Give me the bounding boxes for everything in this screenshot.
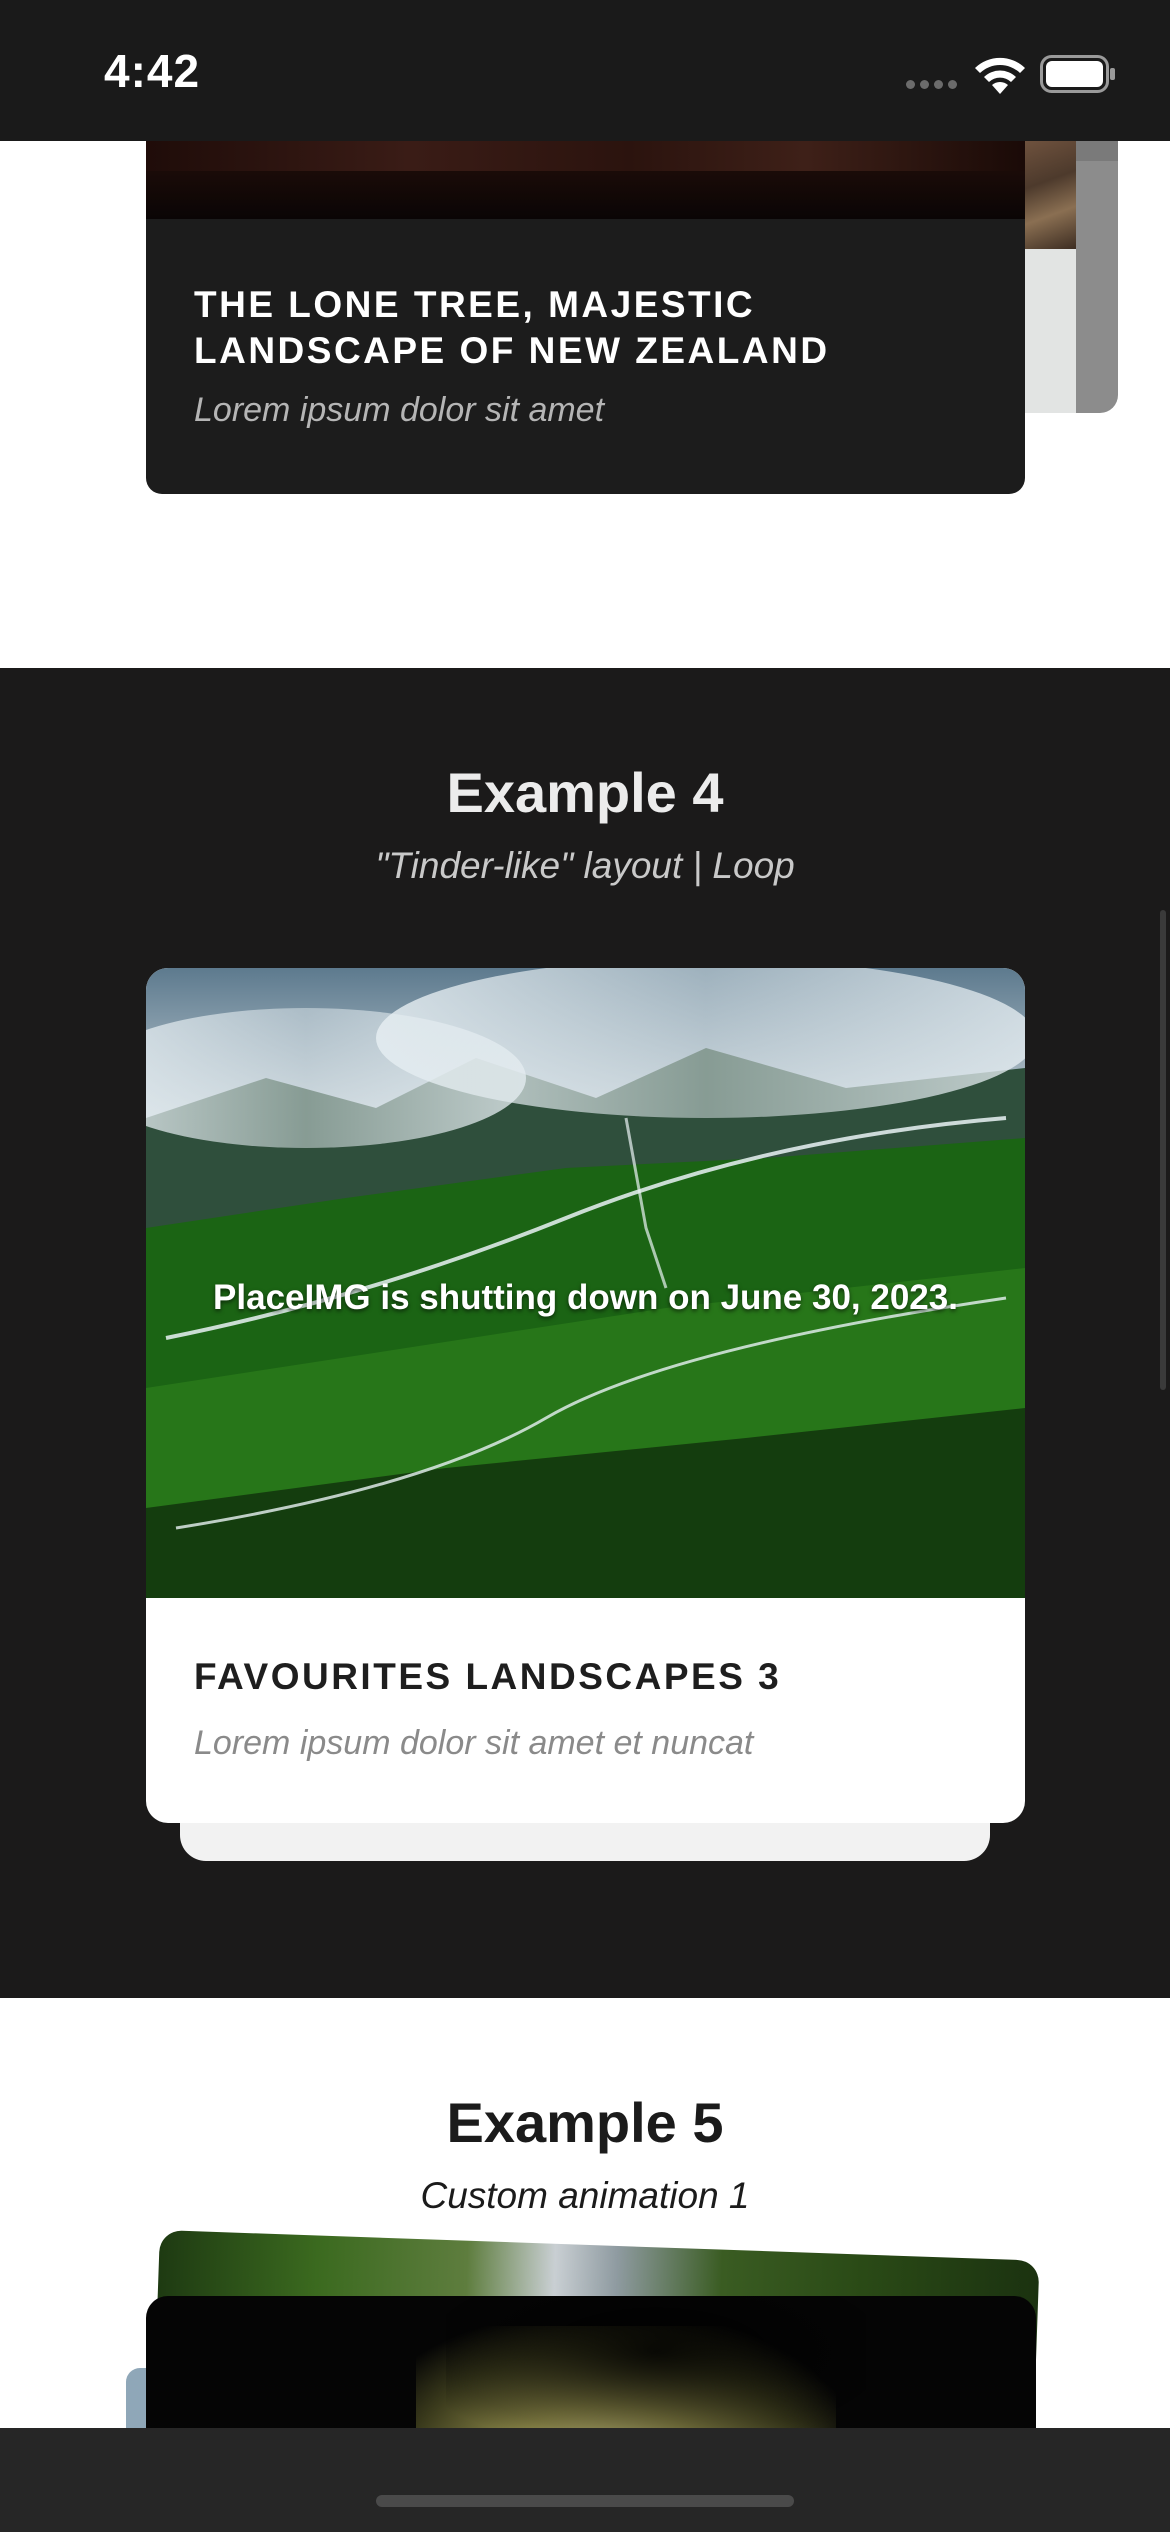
card-image [146,141,1025,219]
tinder-card[interactable]: PlaceIMG is shutting down on June 30, 20… [146,968,1025,1823]
status-bar: 4:42 [0,0,1170,141]
card-image: PlaceIMG is shutting down on June 30, 20… [146,968,1025,1598]
home-bar-area [0,2428,1170,2532]
home-indicator[interactable] [376,2495,794,2507]
carousel-card[interactable]: THE LONE TREE, MAJESTIC LANDSCAPE OF NEW… [146,141,1025,494]
card-subtitle: Lorem ipsum dolor sit amet [194,391,605,429]
cellular-signal-icon [906,80,957,89]
scroll-indicator [1160,910,1166,1390]
card-image [446,2296,866,2428]
sunset-tree-card[interactable] [146,2296,1036,2428]
section-title: Example 4 [446,761,724,824]
section-subtitle: "Tinder-like" layout | Loop [375,845,795,886]
example-4-section: Example 4 "Tinder-like" layout | Loop Pl… [0,668,1170,1998]
battery-icon [1040,55,1115,93]
status-time: 4:42 [104,45,201,97]
image-overlay-text: PlaceIMG is shutting down on June 30, 20… [213,1278,958,1317]
card-title: FAVOURITES LANDSCAPES 3 [194,1656,782,1697]
section-title: Example 5 [446,2091,724,2154]
example-5-section: Example 5 Custom animation 1 [0,1998,1170,2428]
card-title: THE LONE TREE, MAJESTIC LANDSCAPE OF NEW… [194,284,830,371]
wifi-icon [975,57,1025,94]
section-subtitle: Custom animation 1 [420,2175,750,2216]
example-3-section: THE LONE TREE, MAJESTIC LANDSCAPE OF NEW… [0,141,1170,668]
card-subtitle: Lorem ipsum dolor sit amet et nuncat [194,1724,754,1762]
